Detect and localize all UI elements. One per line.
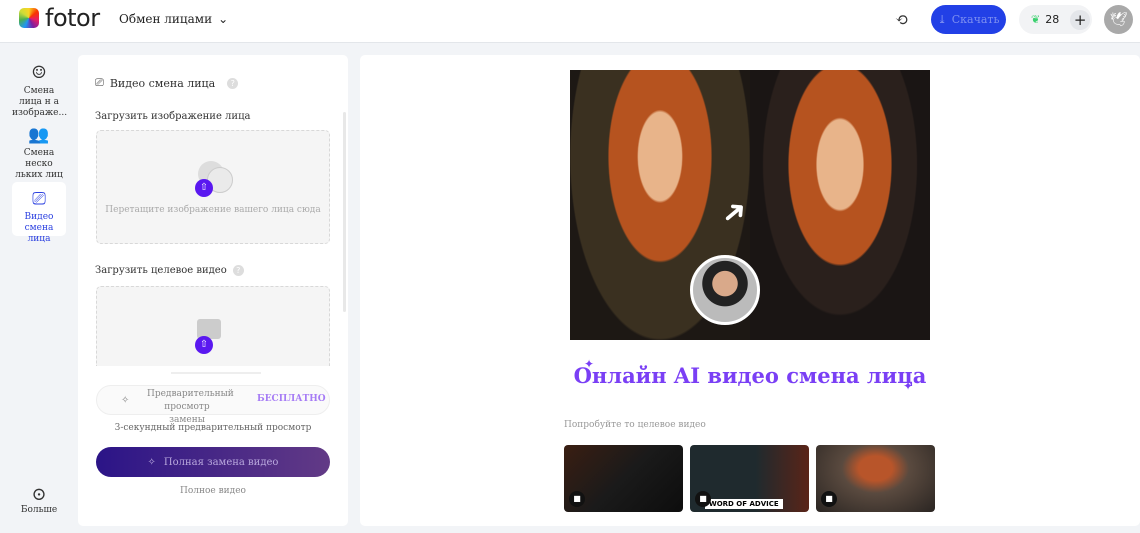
face-swap-icon: ☺	[31, 63, 47, 83]
panel-title-text: Видео смена лица	[109, 76, 216, 90]
leaf-icon: ❦	[1031, 13, 1041, 26]
video-camera-icon: ■	[821, 491, 837, 507]
sample-video-1[interactable]: ■	[564, 445, 683, 512]
help-icon[interactable]: ?	[232, 265, 244, 276]
logo-icon	[19, 8, 39, 28]
full-video-subtitle: Полное видео	[180, 486, 246, 496]
face-swap-menu[interactable]: Обмен лицами ⌄	[119, 12, 228, 26]
help-icon[interactable]: ?	[227, 77, 239, 89]
avatar[interactable]: 🕊	[1104, 5, 1133, 34]
credits-badge[interactable]: ❦ 28 +	[1019, 5, 1092, 34]
history-icon[interactable]: ⟲	[895, 10, 908, 29]
video-swap-icon: ⎚	[32, 189, 46, 209]
sample-videos: ■ WORD OF ADVICE ■ ■	[564, 445, 935, 512]
logo-text: fotor	[45, 4, 100, 32]
magic-wand-icon: ✧	[147, 456, 156, 468]
download-icon: ⤓	[937, 13, 947, 26]
video-upload-label: Загрузить целевое видео?	[95, 265, 244, 276]
sidebar-item-label: Смена неско льких лиц	[15, 148, 63, 180]
full-swap-label: Полная замена видео	[163, 456, 279, 468]
more-label: Больше	[20, 505, 58, 515]
more-button[interactable]: ⊙ Больше	[12, 484, 66, 515]
video-camera-icon: ■	[569, 491, 585, 507]
preview-subtitle: 3-секундный предварительный просмотр	[114, 423, 312, 433]
video-caption: WORD OF ADVICE	[705, 499, 783, 509]
swapped-face-image	[750, 70, 930, 340]
fotor-logo[interactable]: fotor	[19, 4, 100, 32]
scrollbar[interactable]	[343, 112, 346, 312]
preview-label: Предварительный просмотр замены	[147, 389, 234, 425]
video-upload-dropzone[interactable]: ⇧	[96, 286, 330, 366]
magic-wand-icon: ✧	[121, 395, 130, 406]
upload-icon: ⇧	[195, 179, 213, 197]
main-canvas: ➜ ✦ Онлайн AI видео смена лица ✦ Попробу…	[360, 55, 1140, 526]
menu-label: Обмен лицами	[119, 12, 213, 26]
try-videos-label: Попробуйте то целевое видео	[564, 420, 706, 430]
settings-panel: ⎚ Видео смена лица? Загрузить изображение…	[78, 55, 348, 526]
credits-count: 28	[1045, 13, 1060, 26]
face-upload-dropzone[interactable]: ⇧ Перетащите изображение вашего лица сюд…	[96, 130, 330, 244]
video-camera-icon: ■	[695, 491, 711, 507]
upload-icon: ⇧	[195, 336, 213, 354]
sample-video-3[interactable]: ■	[816, 445, 935, 512]
video-upload-label-text: Загрузить целевое видео	[95, 265, 227, 276]
source-face-image	[690, 255, 760, 325]
sidebar: ☺ Смена лица н а изображе... 👥 Смена неско…	[0, 44, 78, 533]
face-dropzone-text: Перетащите изображение вашего лица сюда	[105, 205, 321, 215]
download-label: Скачать	[951, 13, 1000, 26]
sidebar-item-multi-face-swap[interactable]: 👥 Смена неско льких лиц	[12, 118, 66, 181]
hero-title: Онлайн AI видео смена лица	[573, 363, 927, 388]
group-icon: 👥	[28, 125, 50, 145]
chevron-down-icon: ⌄	[218, 12, 229, 26]
preview-swap-button[interactable]: ✧ Предварительный просмотр замены БЕСПЛАТН…	[96, 385, 330, 425]
free-badge: БЕСПЛАТНО	[257, 394, 326, 404]
sample-video-2[interactable]: WORD OF ADVICE ■	[690, 445, 809, 512]
sidebar-item-image-face-swap[interactable]: ☺ Смена лица н а изображе...	[12, 56, 68, 119]
top-bar: fotor Обмен лицами ⌄ ⟲ ⤓ Скачать ❦ 28 + 🕊	[0, 0, 1140, 43]
more-icon: ⊙	[31, 484, 47, 505]
download-button[interactable]: ⤓ Скачать	[931, 5, 1006, 34]
full-swap-button[interactable]: ✧ Полная замена видео	[96, 447, 330, 477]
sidebar-item-label: Видео смена лица	[24, 212, 54, 244]
sidebar-item-video-face-swap[interactable]: ⎚ Видео смена лица	[12, 182, 66, 244]
sparkle-icon: ✦	[903, 379, 914, 393]
face-upload-label: Загрузить изображение лица	[95, 111, 251, 122]
sidebar-item-label: Смена лица н а изображе...	[12, 86, 68, 118]
video-icon: ⎚	[95, 76, 104, 89]
divider	[171, 372, 261, 374]
add-credits-button[interactable]: +	[1070, 9, 1091, 30]
panel-title: ⎚ Видео смена лица?	[95, 76, 239, 90]
